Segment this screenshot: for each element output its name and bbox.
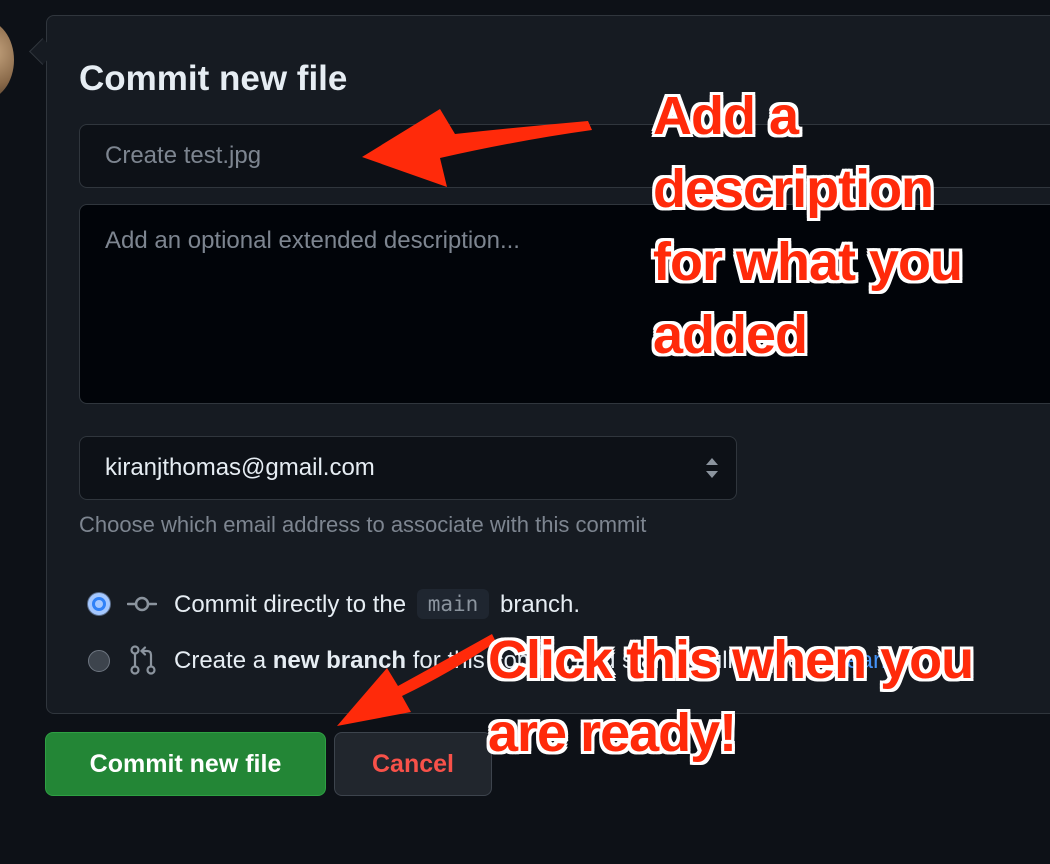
annotation-add-description: Add a description for what you added — [653, 80, 963, 372]
annotation-top-line: added — [653, 305, 808, 365]
cancel-button[interactable]: Cancel — [334, 732, 492, 796]
user-avatar[interactable] — [0, 20, 14, 100]
annotation-click-when-ready: Click this when you are ready! — [488, 624, 974, 770]
radio-commit-direct[interactable] — [88, 593, 110, 615]
commit-email-value: kiranjthomas@gmail.com — [105, 454, 375, 481]
git-pull-request-icon — [130, 645, 156, 675]
email-help-text: Choose which email address to associate … — [79, 512, 647, 537]
annotation-bottom-line: Click this when you — [488, 630, 974, 690]
annotation-top-line: Add a — [653, 86, 799, 146]
select-arrows-icon — [706, 458, 718, 478]
git-commit-icon — [127, 596, 157, 612]
commit-dialog-screen: Commit new file kiranjthomas@gmail.com C… — [0, 0, 1050, 864]
option-new-bold: new branch — [272, 647, 407, 674]
option-new-prefix: Create a — [174, 647, 267, 674]
annotation-bottom-line: are ready! — [488, 703, 737, 763]
commit-title: Commit new file — [79, 59, 348, 98]
commit-new-file-button[interactable]: Commit new file — [45, 732, 326, 796]
commit-email-select[interactable]: kiranjthomas@gmail.com — [79, 436, 737, 500]
radio-new-branch[interactable] — [88, 650, 110, 672]
branch-name-code: main — [416, 589, 490, 619]
option-direct-prefix: Commit directly to the — [174, 591, 407, 618]
option-commit-direct-label[interactable]: Commit directly to the main branch. — [174, 589, 580, 619]
option-direct-suffix: branch. — [500, 591, 581, 618]
annotation-top-line: for what you — [653, 232, 963, 292]
annotation-top-line: description — [653, 159, 934, 219]
